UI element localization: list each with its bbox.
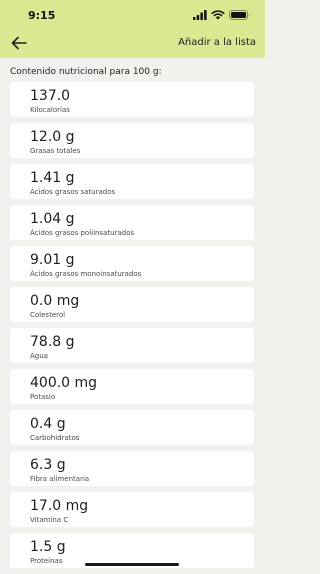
nutrient-label: Ácidos grasos poliinsaturados	[30, 229, 135, 237]
nutrient-card-dietary-fiber: 6.3 g Fibra alimentaria	[10, 451, 254, 486]
nutrient-label: Grasas totales	[30, 147, 81, 155]
nutrient-label: Ácidos grasos monoinsaturados	[30, 270, 142, 278]
nutrient-label: Kilocalorías	[30, 106, 70, 114]
status-icons	[193, 10, 251, 20]
nutrient-value: 17.0 mg	[30, 498, 89, 514]
nutrient-label: Potasio	[30, 393, 56, 401]
home-indicator[interactable]	[85, 563, 179, 566]
nutrient-value: 137.0	[30, 88, 71, 104]
nutrient-label: Colesterol	[30, 311, 66, 319]
nutrient-card-water: 78.8 g Agua	[10, 328, 254, 363]
nutrient-card-total-fat: 12.0 g Grasas totales	[10, 123, 254, 158]
nutrient-value: 78.8 g	[30, 334, 75, 350]
add-to-list-button[interactable]: Añadir a la lista	[178, 37, 256, 48]
back-button[interactable]	[10, 34, 30, 52]
wifi-icon	[211, 10, 225, 20]
nutrient-value: 9.01 g	[30, 252, 75, 268]
nutrient-card-vitamin-c: 17.0 mg Vitamina C	[10, 492, 254, 527]
nutrient-label: Fibra alimentaria	[30, 475, 90, 483]
nutrient-value: 12.0 g	[30, 129, 75, 145]
nutrient-card-potassium: 400.0 mg Potasio	[10, 369, 254, 404]
nutrient-list: 137.0 Kilocalorías 12.0 g Grasas totales…	[10, 82, 254, 574]
app-header: 9:15 Añadir a la lista	[0, 0, 265, 58]
section-title: Contenido nutricional para 100 g:	[10, 67, 162, 77]
nutrient-card-cholesterol: 0.0 mg Colesterol	[10, 287, 254, 322]
nutrient-value: 1.5 g	[30, 539, 66, 555]
arrow-left-icon	[10, 34, 30, 52]
nutrient-card-kilocalories: 137.0 Kilocalorías	[10, 82, 254, 117]
nutrient-value: 0.4 g	[30, 416, 66, 432]
battery-icon	[229, 10, 251, 20]
nutrient-card-carbohydrates: 0.4 g Carbohidratos	[10, 410, 254, 445]
nutrient-value: 1.41 g	[30, 170, 75, 186]
status-time: 9:15	[28, 9, 56, 22]
nutrient-card-polyunsaturated-fat: 1.04 g Ácidos grasos poliinsaturados	[10, 205, 254, 240]
nutrient-label: Agua	[30, 352, 48, 360]
nutrient-label: Ácidos grasos saturados	[30, 188, 116, 196]
nutrient-value: 1.04 g	[30, 211, 75, 227]
cellular-signal-icon	[193, 10, 207, 20]
nutrient-card-monounsaturated-fat: 9.01 g Ácidos grasos monoinsaturados	[10, 246, 254, 281]
nutrient-label: Vitamina C	[30, 516, 69, 524]
nutrient-card-saturated-fat: 1.41 g Ácidos grasos saturados	[10, 164, 254, 199]
nutrient-value: 6.3 g	[30, 457, 66, 473]
nutrient-value: 0.0 mg	[30, 293, 80, 309]
nutrient-value: 400.0 mg	[30, 375, 98, 391]
nutrient-label: Carbohidratos	[30, 434, 80, 442]
